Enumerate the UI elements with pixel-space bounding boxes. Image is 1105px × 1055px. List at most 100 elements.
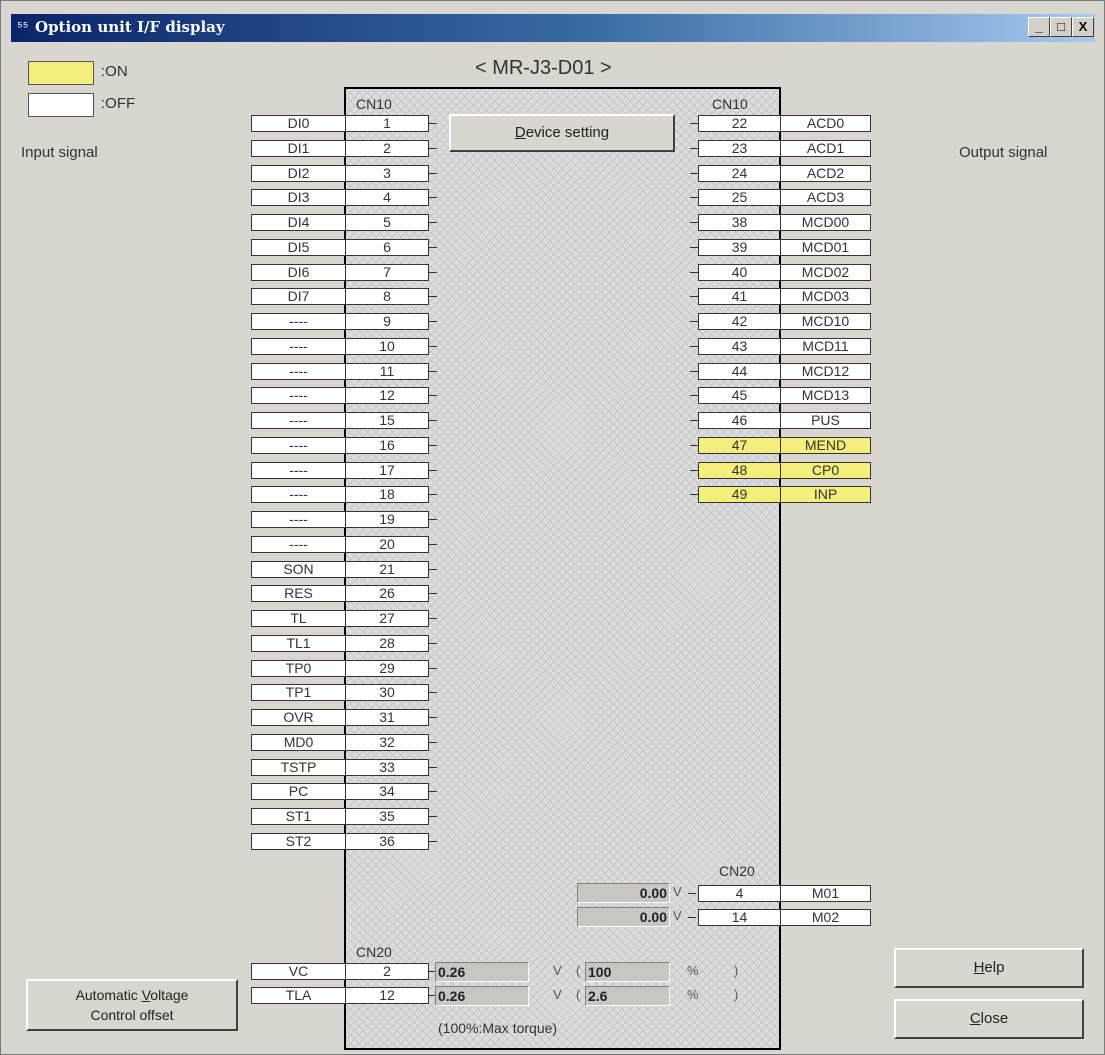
output-pin-lead: [690, 494, 698, 495]
input-pin-number: 2: [345, 140, 429, 157]
device-setting-hotkey: D: [514, 124, 526, 141]
auto-voltage-line2: Control offset: [90, 1007, 174, 1023]
input-pin-lead: [429, 247, 437, 248]
help-button[interactable]: Help: [894, 948, 1084, 988]
input-pin-lead: [429, 470, 437, 471]
output-signal-name: ACD3: [780, 189, 871, 206]
input-pin-lead: [429, 816, 437, 817]
input-signal-name: TSTP: [251, 759, 346, 776]
maximize-button[interactable]: □: [1050, 17, 1072, 37]
output-pin-number: 43: [698, 338, 781, 355]
input-signal-name: ----: [251, 338, 346, 355]
input-pin-number: 11: [345, 363, 429, 380]
analog-input-name: TLA: [251, 987, 346, 1004]
torque-note: (100%:Max torque): [438, 1020, 558, 1036]
input-signal-name: DI4: [251, 214, 346, 231]
input-pin-number: 4: [345, 189, 429, 206]
output-signal-name: MCD10: [780, 313, 871, 330]
input-signal-name: ----: [251, 486, 346, 503]
input-pin-number: 28: [345, 635, 429, 652]
analog-output-unit: V: [673, 884, 682, 899]
analog-input-voltage-unit: V: [553, 963, 562, 978]
input-pin-lead: [429, 593, 437, 594]
output-signal-name: ACD0: [780, 115, 871, 132]
analog-input-open-paren: (: [576, 987, 581, 1002]
input-pin-number: 33: [345, 759, 429, 776]
input-pin-number: 8: [345, 288, 429, 305]
legend-off-label: :OFF: [101, 95, 136, 112]
input-pin-lead: [429, 371, 437, 372]
input-pin-number: 1: [345, 115, 429, 132]
input-pin-lead: [429, 173, 437, 174]
input-signal-name: DI6: [251, 264, 346, 281]
close-text: lose: [980, 1010, 1009, 1027]
close-window-button[interactable]: X: [1072, 17, 1094, 37]
input-signal-name: ----: [251, 412, 346, 429]
device-setting-button[interactable]: Device setting: [449, 114, 675, 152]
input-signal-name: ST1: [251, 808, 346, 825]
input-pin-number: 20: [345, 536, 429, 553]
input-pin-number: 16: [345, 437, 429, 454]
output-pin-lead: [690, 371, 698, 372]
analog-input-voltage: 0.26: [435, 962, 529, 982]
input-pin-lead: [429, 643, 437, 644]
input-pin-lead: [429, 841, 437, 842]
output-pin-number: 24: [698, 165, 781, 182]
analog-output-lead: [688, 917, 696, 918]
output-pin-number: 44: [698, 363, 781, 380]
analog-input-pin: 2: [345, 963, 429, 980]
automatic-voltage-control-offset-button[interactable]: Automatic Voltage Control offset: [26, 979, 238, 1031]
output-pin-number: 23: [698, 140, 781, 157]
input-signal-name: ST2: [251, 833, 346, 850]
input-signal-name: MD0: [251, 734, 346, 751]
input-pin-number: 3: [345, 165, 429, 182]
help-text: elp: [984, 959, 1005, 976]
output-pin-lead: [690, 123, 698, 124]
input-pin-number: 27: [345, 610, 429, 627]
input-pin-number: 30: [345, 684, 429, 701]
input-pin-number: 34: [345, 783, 429, 800]
input-signal-name: SON: [251, 561, 346, 578]
cn20-analog-label: CN20: [356, 944, 392, 960]
output-signal-name: MCD00: [780, 214, 871, 231]
input-signal-name: ----: [251, 363, 346, 380]
close-button[interactable]: Close: [894, 999, 1084, 1039]
cn20-output-label: CN20: [719, 863, 755, 879]
analog-output-lead: [688, 893, 696, 894]
input-pin-lead: [429, 272, 437, 273]
input-pin-number: 9: [345, 313, 429, 330]
analog-input-name: VC: [251, 963, 346, 980]
input-pin-lead: [429, 544, 437, 545]
analog-output-name: M02: [780, 909, 871, 926]
cn10-right-label: CN10: [712, 96, 748, 112]
input-pin-lead: [429, 569, 437, 570]
input-pin-lead: [429, 668, 437, 669]
input-signal-name: DI1: [251, 140, 346, 157]
input-signal-name: ----: [251, 437, 346, 454]
analog-output-value: 0.00: [577, 883, 670, 903]
legend-off-swatch: [28, 93, 94, 117]
input-pin-number: 15: [345, 412, 429, 429]
input-pin-number: 6: [345, 239, 429, 256]
analog-input-percent: 100: [585, 962, 670, 982]
input-pin-lead: [429, 420, 437, 421]
option-unit-window: ⁵⁵ Option unit I/F display _ □ X :ON :OF…: [0, 0, 1105, 1055]
analog-input-voltage: 0.26: [435, 986, 529, 1006]
minimize-button[interactable]: _: [1028, 17, 1050, 37]
input-pin-number: 19: [345, 511, 429, 528]
input-pin-number: 12: [345, 387, 429, 404]
input-pin-lead: [429, 742, 437, 743]
input-pin-lead: [429, 618, 437, 619]
output-signal-name: MCD11: [780, 338, 871, 355]
device-setting-text: evice setting: [525, 124, 610, 141]
input-pin-lead: [429, 791, 437, 792]
analog-input-close-paren: ): [734, 963, 739, 978]
input-signal-name: DI3: [251, 189, 346, 206]
input-pin-number: 17: [345, 462, 429, 479]
analog-input-percent: 2.6: [585, 986, 670, 1006]
analog-input-open-paren: (: [576, 963, 581, 978]
analog-input-close-paren: ): [734, 987, 739, 1002]
analog-output-pin: 14: [698, 909, 781, 926]
input-signal-name: TP0: [251, 660, 346, 677]
title-bar[interactable]: ⁵⁵ Option unit I/F display _ □ X: [11, 14, 1095, 42]
